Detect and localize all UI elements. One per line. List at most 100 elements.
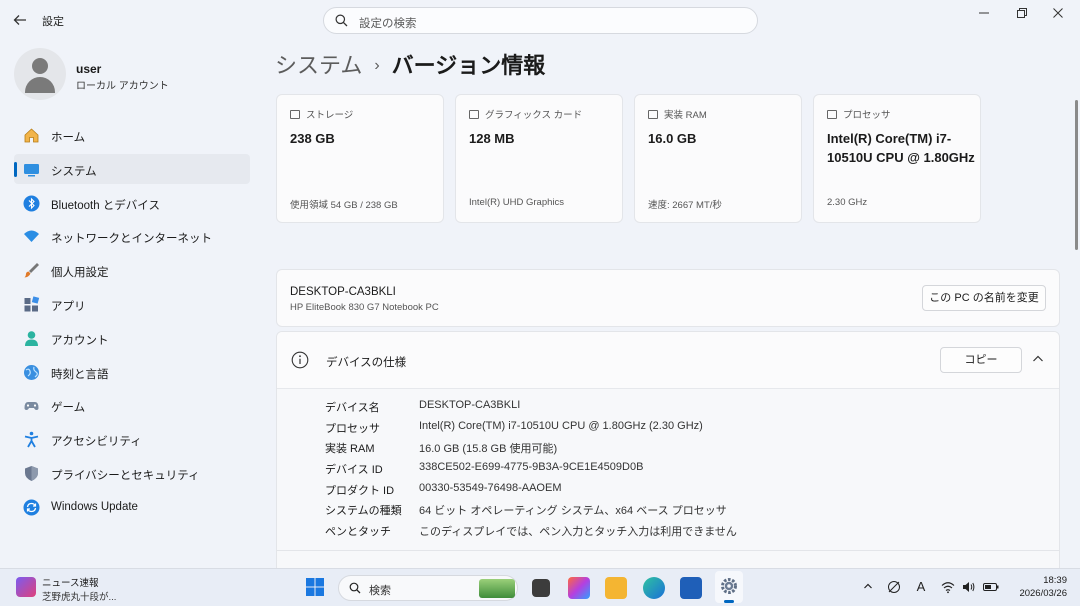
chevron-up-icon[interactable] xyxy=(1031,352,1045,366)
sidebar-item-label: Windows Update xyxy=(51,500,138,513)
spec-key: 実装 RAM xyxy=(325,443,375,456)
avatar xyxy=(14,48,66,100)
back-button[interactable] xyxy=(10,10,30,30)
shield-icon xyxy=(25,465,38,481)
update-icon xyxy=(23,499,40,516)
spec-key: デバイス ID xyxy=(325,464,383,477)
minimize-button[interactable] xyxy=(970,4,998,24)
storage-icon xyxy=(290,110,300,119)
sidebar-item-home[interactable]: ホーム xyxy=(14,120,250,150)
sidebar-item-apps[interactable]: アプリ xyxy=(14,289,250,319)
sidebar-item-bluetooth[interactable]: Bluetooth とデバイス xyxy=(14,188,250,218)
sidebar-item-system[interactable]: システム xyxy=(14,153,250,184)
minimize-icon xyxy=(979,12,989,14)
taskbar-search-label: 検索 xyxy=(369,585,391,597)
brush-icon xyxy=(24,263,39,278)
home-icon xyxy=(24,128,39,143)
ram-icon xyxy=(648,110,658,119)
sidebar-item-gaming[interactable]: ゲーム xyxy=(14,390,250,420)
pc-model: HP EliteBook 830 G7 Notebook PC xyxy=(290,302,439,313)
copy-button[interactable]: コピー xyxy=(940,347,1022,373)
sidebar-item-label: アカウント xyxy=(51,334,109,347)
card-title: ストレージ xyxy=(306,110,354,121)
battery-icon[interactable] xyxy=(983,580,999,594)
divider xyxy=(277,550,1059,551)
gear-icon xyxy=(721,578,737,594)
graphics-card[interactable]: グラフィックス カード 128 MB Intel(R) UHD Graphics xyxy=(455,94,623,223)
store-icon[interactable] xyxy=(680,577,702,599)
card-footer: Intel(R) UHD Graphics xyxy=(469,197,565,208)
clock[interactable]: 18:39 2026/03/26 xyxy=(1013,574,1067,600)
spec-key: ペンとタッチ xyxy=(325,526,391,539)
card-footer: 2.30 GHz xyxy=(827,197,868,208)
spec-key: プロセッサ xyxy=(325,422,380,435)
gamepad-icon xyxy=(24,402,39,411)
card-value: 16.0 GB xyxy=(648,131,697,146)
processor-card[interactable]: プロセッサ Intel(R) Core(TM) i7-10510U CPU @ … xyxy=(813,94,981,223)
sidebar-item-network[interactable]: ネットワークとインターネット xyxy=(14,221,250,251)
windows-start-icon[interactable] xyxy=(305,577,325,597)
card-header: 実装 RAM xyxy=(648,107,707,121)
system-icon xyxy=(24,163,39,177)
news-headline[interactable]: 芝野虎丸十段が... xyxy=(42,589,116,603)
device-spec-title: デバイスの仕様 xyxy=(326,357,407,369)
spec-value: Intel(R) Core(TM) i7-10510U CPU @ 1.80GH… xyxy=(419,419,703,432)
wifi-status-icon[interactable] xyxy=(941,580,955,594)
active-app-indicator xyxy=(724,600,734,603)
sidebar-item-time-language[interactable]: 時刻と言語 xyxy=(14,357,250,387)
pc-name: DESKTOP-CA3BKLI xyxy=(290,286,396,298)
settings-taskbar-button[interactable] xyxy=(715,571,743,603)
sidebar-nav: ホーム システム Bluetooth とデバイス ネットワークとインターネット … xyxy=(14,120,250,526)
task-view-icon[interactable] xyxy=(532,579,550,597)
clock-date: 2026/03/26 xyxy=(1019,588,1067,599)
close-button[interactable] xyxy=(1044,4,1072,24)
info-icon xyxy=(291,351,309,369)
ram-card[interactable]: 実装 RAM 16.0 GB 速度: 2667 MT/秒 xyxy=(634,94,802,223)
page-title: バージョン情報 xyxy=(391,53,546,78)
meet-now-icon[interactable] xyxy=(887,580,901,594)
chevron-up-icon[interactable] xyxy=(861,580,875,594)
sidebar-item-label: アプリ xyxy=(51,300,86,313)
sidebar-item-label: Bluetooth とデバイス xyxy=(51,199,160,212)
settings-search-input[interactable]: 設定の検索 xyxy=(323,7,758,34)
card-footer: 速度: 2667 MT/秒 xyxy=(648,200,722,211)
maximize-button[interactable] xyxy=(1008,4,1036,24)
card-header: グラフィックス カード xyxy=(469,107,582,121)
news-title[interactable]: ニュース速報 xyxy=(42,575,99,589)
ime-icon[interactable]: A xyxy=(914,580,928,594)
card-value: 238 GB xyxy=(290,131,335,146)
sidebar-item-label: アクセシビリティ xyxy=(51,436,142,449)
title-bar: 設定 設定の検索 xyxy=(0,0,1080,40)
sidebar-item-windows-update[interactable]: Windows Update xyxy=(14,492,250,522)
scrollbar-thumb[interactable] xyxy=(1075,100,1078,250)
copilot-icon[interactable] xyxy=(568,577,590,599)
spec-value: このディスプレイでは、ペン入力とタッチ入力は利用できません xyxy=(419,526,737,539)
card-footer: 使用領域 54 GB / 238 GB xyxy=(290,200,398,211)
pc-name-panel: DESKTOP-CA3BKLI HP EliteBook 830 G7 Note… xyxy=(276,269,1060,327)
spec-value: 16.0 GB (15.8 GB 使用可能) xyxy=(419,443,558,456)
active-indicator xyxy=(14,161,17,177)
account-type: ローカル アカウント xyxy=(76,81,169,92)
sidebar-item-personalization[interactable]: 個人用設定 xyxy=(14,255,250,285)
breadcrumb-parent[interactable]: システム xyxy=(275,53,362,78)
sidebar-item-label: ホーム xyxy=(51,132,86,144)
wifi-icon xyxy=(24,230,39,243)
sidebar-item-label: 個人用設定 xyxy=(51,267,109,280)
back-arrow-icon xyxy=(13,15,26,25)
card-header: プロセッサ xyxy=(827,107,891,121)
edge-icon[interactable] xyxy=(643,577,665,599)
storage-card[interactable]: ストレージ 238 GB 使用領域 54 GB / 238 GB xyxy=(276,94,444,223)
rename-pc-button[interactable]: この PC の名前を変更 xyxy=(922,285,1046,311)
file-explorer-icon[interactable] xyxy=(605,577,627,599)
news-widget-icon[interactable] xyxy=(16,577,36,597)
user-profile[interactable]: user ローカル アカウント xyxy=(14,48,254,100)
sidebar-item-accessibility[interactable]: アクセシビリティ xyxy=(14,424,250,454)
device-spec-panel: デバイスの仕様 コピー デバイス名 DESKTOP-CA3BKLI プロセッサ In… xyxy=(276,331,1060,571)
taskbar-search[interactable]: 検索 xyxy=(338,575,518,601)
sidebar-item-privacy[interactable]: プライバシーとセキュリティ xyxy=(14,458,250,488)
device-spec-header[interactable]: デバイスの仕様 コピー xyxy=(277,332,1059,389)
spec-value: 00330-53549-76498-AAOEM xyxy=(419,481,562,494)
globe-icon xyxy=(24,364,39,380)
sidebar-item-accounts[interactable]: アカウント xyxy=(14,323,250,353)
volume-icon[interactable] xyxy=(962,580,976,594)
